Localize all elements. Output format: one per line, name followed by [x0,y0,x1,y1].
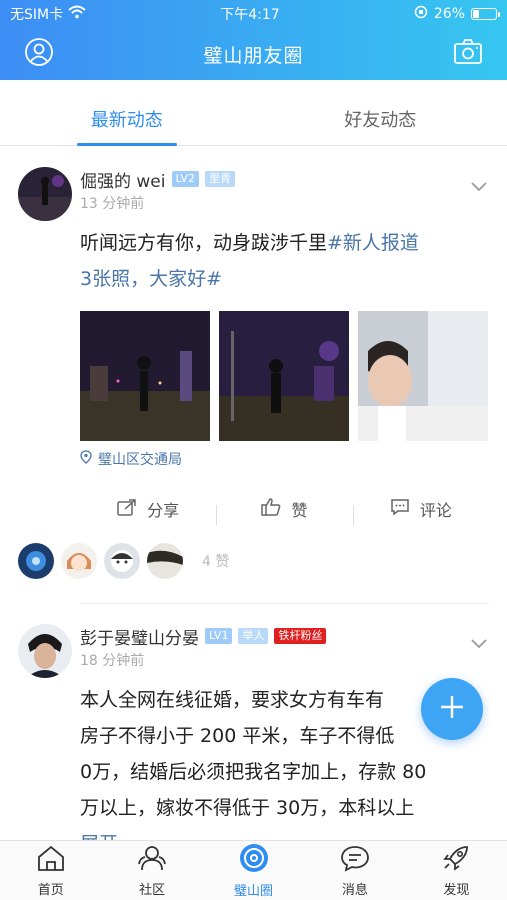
post-photo[interactable] [219,311,349,441]
status-bar: 无SIM卡 下午4:17 26% [0,0,507,28]
nav-item-community[interactable]: 社区 [101,841,202,900]
like-label: 赞 [291,501,308,520]
liker-list: 4 赞 [18,541,489,581]
post-photo[interactable] [358,311,488,441]
nav-label: 消息 [341,882,368,898]
thumbs-up-icon [261,498,281,520]
post-photo[interactable] [80,311,210,441]
nav-label: 发现 [443,882,470,898]
circle-icon [239,843,269,877]
feed-tabs: 最新动态 好友动态 [0,80,507,146]
share-label: 分享 [147,501,180,520]
post-time: 18 分钟前 [80,653,145,669]
nav-label: 首页 [37,882,64,898]
chevron-down-icon[interactable] [471,634,487,653]
post-actions: 分享 赞 评论 [18,491,489,527]
orientation-lock-icon [414,5,428,23]
user-name[interactable]: 彭于晏璧山分晏 [80,624,199,649]
page-title: 璧山朋友圈 [203,44,304,67]
share-icon [117,498,137,520]
title-badge: 举人 [238,628,269,644]
post-text-line: 万以上，嫁妆不得低于 30万，本科以上 [80,797,415,819]
compose-button[interactable] [421,678,483,740]
liker-avatar[interactable] [147,543,183,579]
plus-icon [439,694,465,724]
nav-item-discover[interactable]: 发现 [406,841,507,900]
location-text: 璧山区交通局 [98,452,182,468]
feed-list: 倔强的 wei LV2 里青 13 分钟前 听闻远方有你，动身跋涉千里#新人报道… [0,147,507,840]
tab-latest[interactable]: 最新动态 [0,80,254,145]
app-header: 无SIM卡 下午4:17 26% 璧山朋友圈 [0,0,507,80]
message-icon [340,844,370,876]
like-count: 4 赞 [202,554,230,570]
wifi-icon [68,5,86,23]
share-button[interactable]: 分享 [80,497,216,521]
carrier-text: 无SIM卡 [10,7,64,23]
home-icon [36,844,66,876]
nav-bar: 璧山朋友圈 [0,28,507,80]
nav-item-messages[interactable]: 消息 [304,841,405,900]
title-badge: 里青 [204,171,235,187]
level-badge: LV2 [171,171,199,187]
post-text-line: 0万，结婚后必须把我名字加上，存款 80 [80,761,427,783]
nav-label: 璧山圈 [234,883,274,899]
liker-avatar[interactable] [18,543,54,579]
expand-link[interactable]: 展开 [80,826,489,840]
nav-item-circle[interactable]: 璧山圈 [203,841,304,900]
post-content: 听闻远方有你，动身跋涉千里#新人报道 3张照，大家好# [80,225,489,297]
battery-icon [471,8,500,20]
avatar[interactable] [18,624,72,678]
bottom-nav: 首页 社区 璧山圈 消息 发现 [0,840,507,900]
chevron-down-icon[interactable] [471,177,487,196]
like-button[interactable]: 赞 [216,497,352,525]
hashtag-link-cont[interactable]: 3张照，大家好# [80,268,222,290]
nav-label: 社区 [139,882,166,898]
clock-text: 下午4:17 [220,7,280,23]
photo-grid [80,311,489,441]
level-badge: LV1 [205,628,233,644]
post-card: 倔强的 wei LV2 里青 13 分钟前 听闻远方有你，动身跋涉千里#新人报道… [0,147,507,604]
community-icon [137,844,167,876]
avatar[interactable] [18,167,72,221]
liker-avatar[interactable] [61,543,97,579]
camera-icon[interactable] [453,38,483,70]
discover-icon [441,844,471,876]
comment-button[interactable]: 评论 [352,497,489,525]
tab-friends[interactable]: 好友动态 [254,80,507,145]
fan-badge: 铁杆粉丝 [274,628,327,644]
post-text: 听闻远方有你，动身跋涉千里 [80,232,328,254]
comment-icon [390,498,410,520]
location-pin-icon [80,450,92,468]
hashtag-link[interactable]: #新人报道 [327,232,419,254]
post-time: 13 分钟前 [80,196,145,212]
location-link[interactable]: 璧山区交通局 [80,449,489,469]
liker-avatar[interactable] [104,543,140,579]
battery-text: 26% [433,6,465,22]
profile-icon[interactable] [24,37,54,71]
user-name[interactable]: 倔强的 wei [80,167,166,192]
nav-item-home[interactable]: 首页 [0,841,101,900]
comment-label: 评论 [419,501,452,520]
